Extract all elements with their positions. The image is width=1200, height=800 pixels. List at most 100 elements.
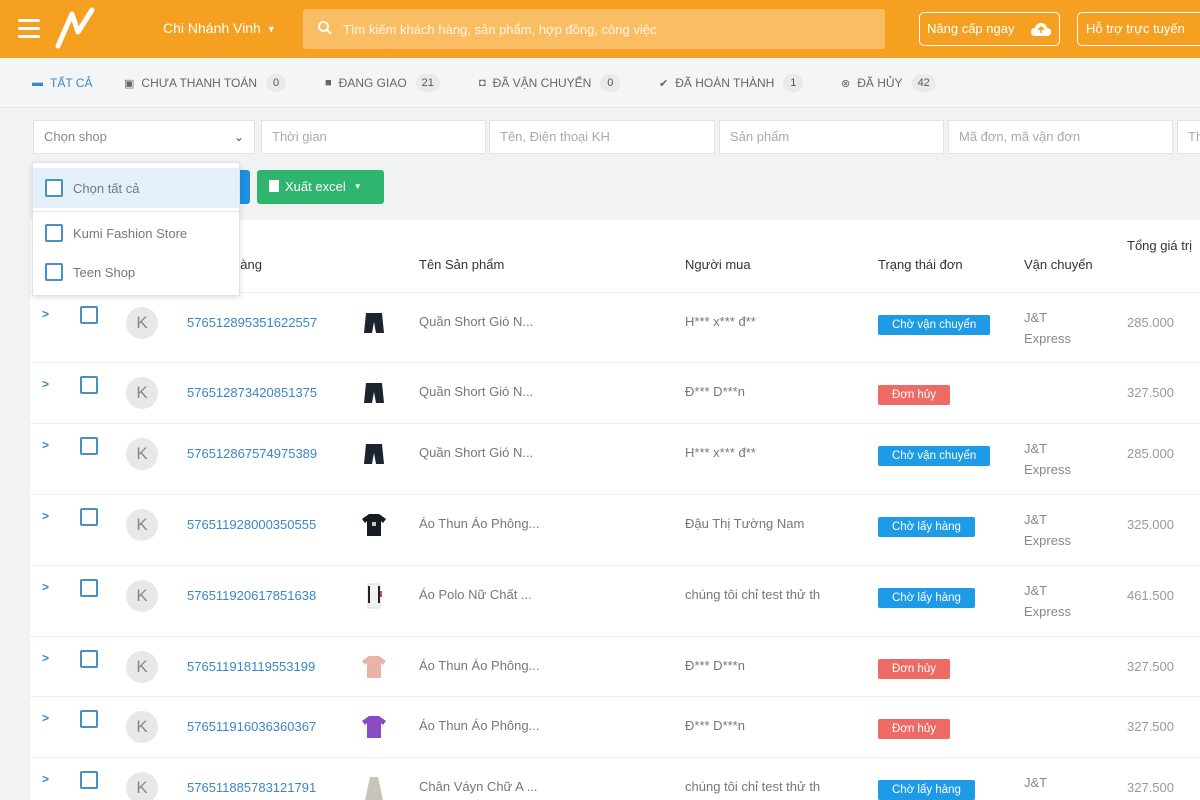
list-icon: ▬ [32, 77, 43, 89]
tab-count: 0 [600, 74, 621, 92]
tab-label: ĐÃ VẬN CHUYỂN [492, 76, 592, 90]
document-icon [269, 180, 279, 192]
tab-unpaid[interactable]: ▣ CHƯA THANH TOÁN 0 [124, 58, 287, 108]
hamburger-menu-icon[interactable] [18, 19, 40, 39]
search-input[interactable] [343, 9, 873, 49]
branch-selector[interactable]: Chi Nhánh Vinh ▼ [163, 20, 276, 36]
buyer-name: chúng tôi chỉ test thử th [685, 587, 821, 602]
tab-label: CHƯA THANH TOÁN [141, 76, 258, 90]
row-checkbox[interactable] [80, 306, 98, 324]
buyer-name: chúng tôi chỉ test thử th [685, 779, 821, 794]
checkbox [45, 179, 63, 197]
tab-cancelled[interactable]: ⊗ ĐÃ HỦY 42 [841, 58, 936, 108]
expand-row-icon[interactable]: > [42, 307, 49, 321]
order-id-link[interactable]: 576511918119553199 [187, 659, 315, 674]
order-id-link[interactable]: 576511920617851638 [187, 588, 316, 603]
status-tabs: ▬ TẤT CẢ ▣ CHƯA THANH TOÁN 0 ■ ĐANG GIAO 21 ◘… [0, 58, 1200, 108]
shop-select-value: Chọn shop [44, 129, 107, 144]
table-row[interactable]: > K 576511928000350555 Áo Thun Áo Phông... Đ… [30, 494, 1200, 565]
product-thumbnail [362, 514, 386, 536]
shop-select[interactable]: Chọn shop ⌄ [33, 120, 255, 154]
product-thumbnail [367, 583, 382, 609]
table-row[interactable]: > K 576511918119553199 Áo Thun Áo Phông... Đ… [30, 636, 1200, 696]
shipping-carrier: J&T Express [1024, 310, 1071, 346]
tab-count: 0 [266, 74, 287, 92]
caret-down-icon: ▼ [266, 24, 276, 35]
table-row[interactable]: > K 576511916036360367 Áo Thun Áo Phông... Đ… [30, 696, 1200, 757]
tab-shipping[interactable]: ■ ĐANG GIAO 21 [325, 58, 440, 108]
support-button[interactable]: Hỗ trợ trực tuyến [1077, 12, 1200, 46]
product-name: Chân Váyn Chữ A ... [419, 779, 538, 794]
option-label: Teen Shop [73, 264, 136, 280]
status-badge: Chờ vận chuyển [878, 446, 991, 466]
row-checkbox[interactable] [80, 771, 98, 789]
row-checkbox[interactable] [80, 437, 98, 455]
extra-filter[interactable]: Th [1177, 120, 1200, 154]
expand-row-icon[interactable]: > [42, 651, 49, 665]
shipping-carrier: J&T [1024, 775, 1048, 790]
order-code-filter[interactable]: Mã đơn, mã vận đơn [948, 120, 1173, 154]
shop-option-kumi[interactable]: Kumi Fashion Store [33, 213, 239, 253]
order-total: 285.000 [1127, 446, 1174, 461]
row-checkbox[interactable] [80, 650, 98, 668]
header-product: Tên Sản phẩm [419, 257, 505, 272]
tab-completed[interactable]: ✔ ĐÃ HOÀN THÀNH 1 [659, 58, 804, 108]
divider [33, 211, 239, 212]
order-id-link[interactable]: 576512867574975389 [187, 446, 317, 461]
order-total: 327.500 [1127, 719, 1174, 734]
avatar: K [126, 377, 158, 409]
expand-row-icon[interactable]: > [42, 377, 49, 391]
status-badge: Chờ vận chuyển [878, 315, 991, 335]
avatar: K [126, 580, 158, 612]
table-row[interactable]: > K 576512873420851375 Quần Short Gió N... Đ… [30, 362, 1200, 423]
table-row[interactable]: > K 576512867574975389 Quần Short Gió N... H… [30, 423, 1200, 494]
table-row[interactable]: > K 576512895351622557 Quần Short Gió N... H… [30, 292, 1200, 362]
product-filter[interactable]: Sản phẩm [719, 120, 944, 154]
branch-label: Chi Nhánh Vinh [163, 20, 261, 36]
order-id-link[interactable]: 576512873420851375 [187, 385, 317, 400]
product-thumbnail [362, 656, 386, 678]
chevron-down-icon: ⌄ [233, 130, 244, 144]
time-filter[interactable]: Thời gian [261, 120, 486, 154]
caret-down-icon: ▼ [353, 182, 362, 191]
expand-row-icon[interactable]: > [42, 711, 49, 725]
tab-shipped[interactable]: ◘ ĐÃ VẬN CHUYỂN 0 [479, 58, 621, 108]
row-checkbox[interactable] [80, 376, 98, 394]
customer-filter[interactable]: Tên, Điện thoại KH [489, 120, 715, 154]
order-id-link[interactable]: 576512895351622557 [187, 315, 317, 330]
buyer-name: Đ*** D***n [685, 384, 745, 399]
product-name: Áo Thun Áo Phông... [419, 718, 540, 733]
status-badge: Chờ lấy hàng [878, 517, 975, 537]
expand-row-icon[interactable]: > [42, 509, 49, 523]
header-shipping: Vận chuyển [1024, 257, 1093, 272]
buyer-name: Đậu Thị Tường Nam [685, 516, 805, 531]
tab-count: 1 [783, 74, 804, 92]
avatar: K [126, 438, 158, 470]
shop-option-teen[interactable]: Teen Shop [33, 252, 239, 292]
buyer-name: H*** x*** đ** [685, 314, 756, 329]
select-all-option[interactable]: Chọn tất cả [33, 168, 239, 208]
status-badge: Đơn hủy [878, 385, 950, 405]
order-id-link[interactable]: 576511928000350555 [187, 517, 316, 532]
product-thumbnail [365, 777, 383, 800]
export-excel-label: Xuất excel [285, 179, 346, 194]
truck-icon: ■ [325, 77, 332, 89]
status-badge: Chờ lấy hàng [878, 588, 975, 608]
table-row[interactable]: > K 576511885783121791 Chân Váyn Chữ A ... c… [30, 757, 1200, 800]
buyer-name: H*** x*** đ** [685, 445, 756, 460]
expand-row-icon[interactable]: > [42, 772, 49, 786]
shipping-carrier: J&T Express [1024, 583, 1071, 619]
row-checkbox[interactable] [80, 579, 98, 597]
order-id-link[interactable]: 576511885783121791 [187, 780, 316, 795]
row-checkbox[interactable] [80, 508, 98, 526]
row-checkbox[interactable] [80, 710, 98, 728]
expand-row-icon[interactable]: > [42, 580, 49, 594]
table-row[interactable]: > K 576511920617851638 Áo Polo Nữ Chất ... c… [30, 565, 1200, 636]
upgrade-button[interactable]: Nâng cấp ngay [919, 12, 1060, 46]
tab-all[interactable]: ▬ TẤT CẢ [32, 58, 92, 108]
product-name: Quần Short Gió N... [419, 445, 534, 460]
card-icon: ▣ [124, 77, 135, 90]
order-id-link[interactable]: 576511916036360367 [187, 719, 316, 734]
expand-row-icon[interactable]: > [42, 438, 49, 452]
export-excel-button[interactable]: Xuất excel ▼ [257, 170, 384, 204]
